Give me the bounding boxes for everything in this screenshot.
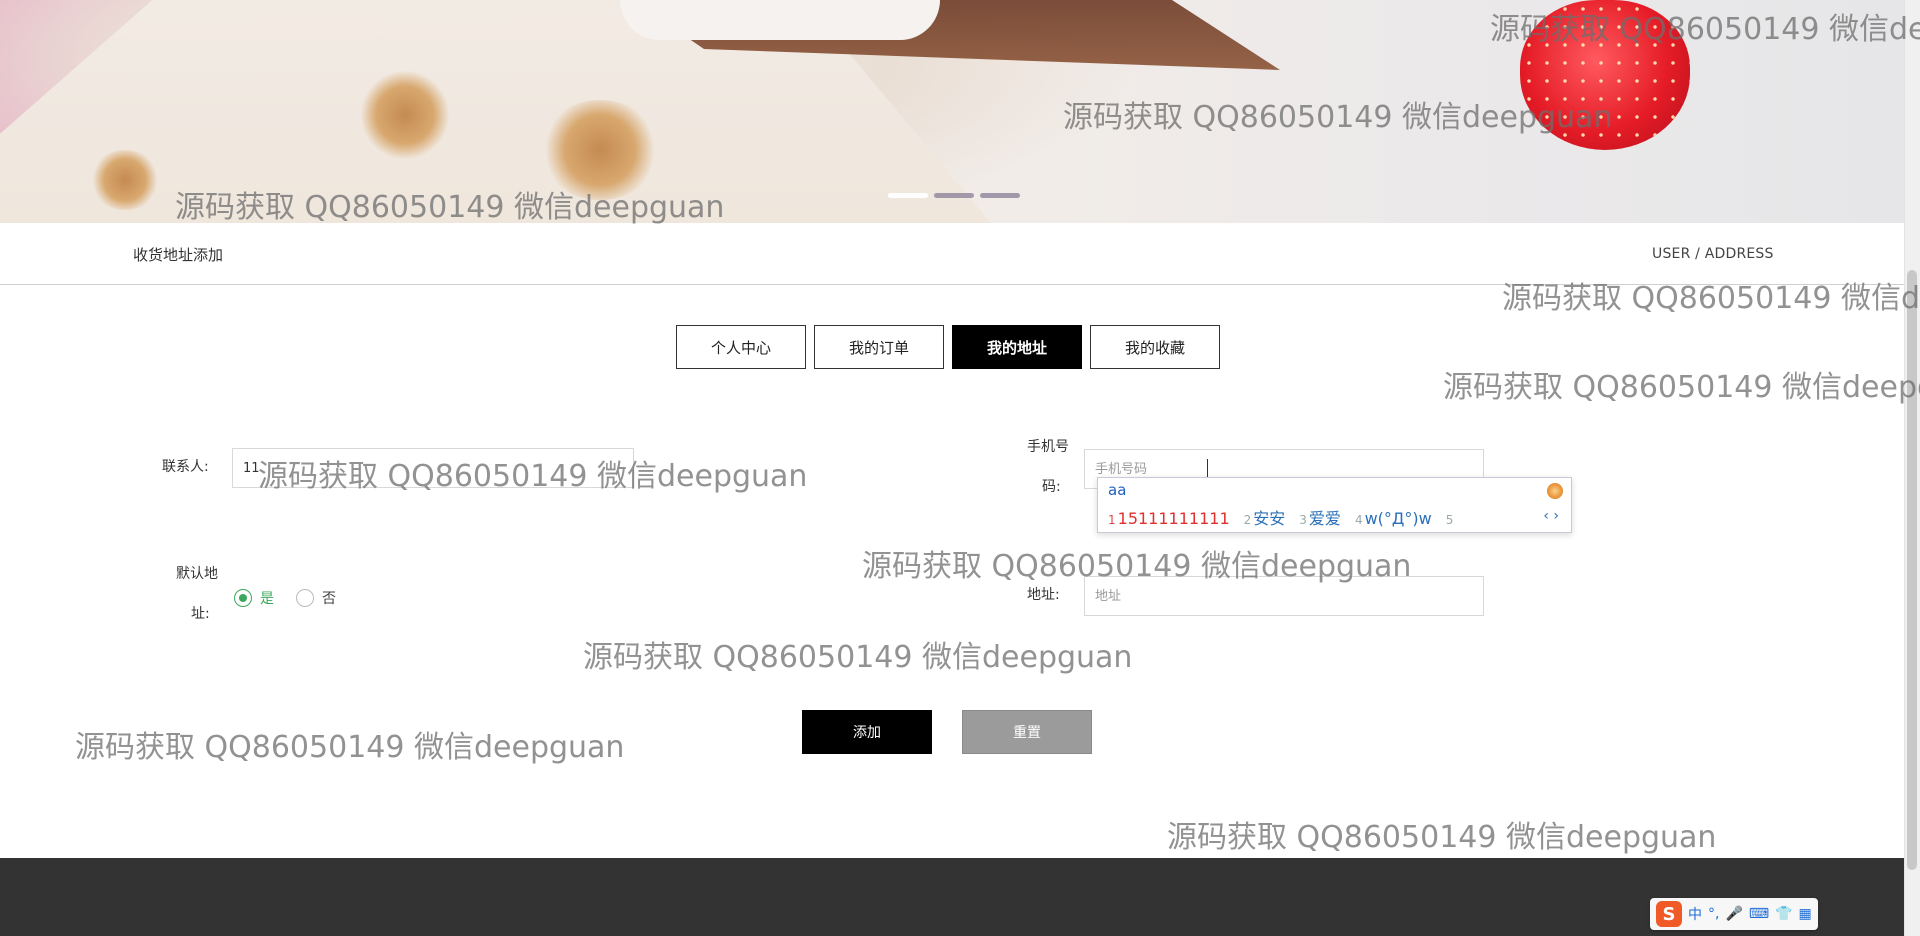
- punctuation-icon[interactable]: °,: [1708, 906, 1719, 922]
- contact-label: 联系人:: [162, 459, 209, 475]
- default-radio-group: 是 否: [234, 588, 336, 608]
- cream-topping: [620, 0, 940, 40]
- add-button[interactable]: 添加: [802, 710, 932, 754]
- watermark: 源码获取 QQ86050149 微信deepguan: [1502, 281, 1920, 316]
- radio-no-label: 否: [322, 591, 336, 607]
- phone-label-line2: 码:: [1042, 479, 1061, 495]
- microphone-icon[interactable]: 🎤: [1725, 906, 1742, 922]
- banner-carousel: [0, 0, 1904, 223]
- address-input[interactable]: [1084, 576, 1484, 616]
- address-label: 地址:: [1027, 587, 1060, 603]
- footer: [0, 858, 1904, 936]
- ime-candidate[interactable]: 1 15111111111: [1108, 509, 1230, 528]
- cake-crumb: [90, 150, 160, 210]
- radio-yes-label: 是: [260, 591, 274, 607]
- keyboard-icon[interactable]: ⌨: [1749, 906, 1769, 922]
- ime-candidate[interactable]: 5: [1446, 509, 1456, 528]
- watermark: 源码获取 QQ86050149 微信deepguan: [75, 730, 625, 765]
- cake-crumb: [540, 100, 660, 200]
- watermark: 源码获取 QQ86050149 微信deepguan: [583, 640, 1133, 675]
- ime-page-nav[interactable]: ‹ ›: [1543, 508, 1559, 524]
- default-label-line1: 默认地: [176, 566, 218, 582]
- text-cursor-icon: [1207, 459, 1208, 477]
- radio-no[interactable]: 否: [296, 588, 336, 608]
- contact-input[interactable]: [232, 448, 634, 488]
- ime-toolbar[interactable]: S 中 °, 🎤 ⌨ 👕 ▦: [1650, 898, 1818, 930]
- default-label-line2: 址:: [191, 606, 210, 622]
- scrollbar-thumb[interactable]: [1907, 270, 1917, 870]
- carousel-indicators: [888, 193, 1020, 198]
- radio-yes[interactable]: 是: [234, 588, 274, 608]
- reset-button[interactable]: 重置: [962, 710, 1092, 754]
- tab-my-favorites[interactable]: 我的收藏: [1090, 325, 1220, 369]
- carousel-dot[interactable]: [934, 193, 974, 198]
- watermark: 源码获取 QQ86050149 微信deepguan: [1167, 820, 1717, 855]
- ime-skin-icon[interactable]: [1547, 483, 1563, 499]
- ime-candidates: 1 15111111111 2 安安 3 爱爱 4 w(°Д°)w 5: [1108, 505, 1455, 529]
- ime-composition: aa: [1108, 481, 1127, 499]
- breadcrumb: USER / ADDRESS: [1652, 246, 1774, 262]
- tab-my-orders[interactable]: 我的订单: [814, 325, 944, 369]
- ime-candidate[interactable]: 4 w(°Д°)w: [1355, 509, 1432, 528]
- phone-label-line1: 手机号: [1027, 439, 1069, 455]
- cake-crumb: [360, 70, 450, 160]
- ime-candidate-window: aa 1 15111111111 2 安安 3 爱爱 4 w(°Д°)w 5 ‹ ›: [1097, 477, 1572, 533]
- carousel-dot[interactable]: [888, 193, 928, 198]
- tab-personal-center[interactable]: 个人中心: [676, 325, 806, 369]
- chinese-mode-icon[interactable]: 中: [1688, 904, 1702, 924]
- radio-unchecked-icon[interactable]: [296, 589, 314, 607]
- divider: [0, 284, 1904, 285]
- strawberry-image: [1520, 0, 1690, 150]
- tab-my-address[interactable]: 我的地址: [952, 325, 1082, 369]
- skin-icon[interactable]: 👕: [1775, 906, 1792, 922]
- radio-checked-icon[interactable]: [234, 589, 252, 607]
- toolbox-icon[interactable]: ▦: [1799, 906, 1812, 922]
- carousel-dot[interactable]: [980, 193, 1020, 198]
- sogou-logo-icon[interactable]: S: [1656, 901, 1682, 927]
- page-title: 收货地址添加: [133, 246, 224, 264]
- ime-candidate[interactable]: 2 安安: [1244, 505, 1286, 529]
- watermark: 源码获取 QQ86050149 微信deepguan: [1443, 370, 1920, 405]
- ime-candidate[interactable]: 3 爱爱: [1299, 505, 1341, 529]
